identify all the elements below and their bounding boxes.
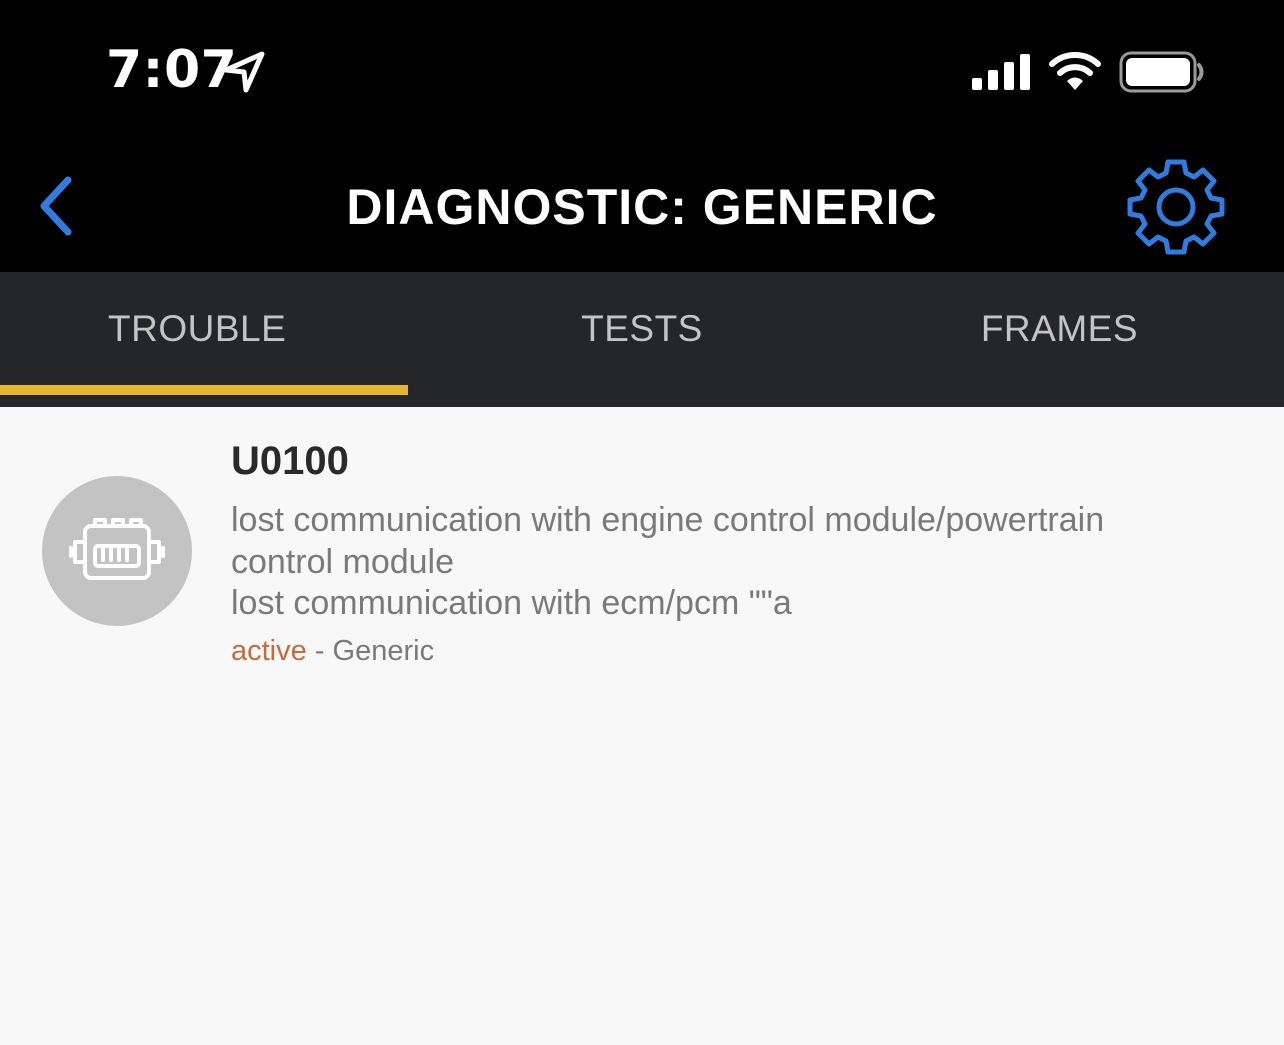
- trouble-description: lost communication with engine control m…: [231, 500, 1231, 625]
- avatar: [42, 476, 192, 626]
- location-arrow-icon: [223, 51, 265, 93]
- cellular-signal-icon: [972, 54, 1030, 90]
- navigation-bar: DIAGNOSTIC: GENERIC: [0, 140, 1284, 272]
- description-line: control module: [231, 542, 455, 581]
- list-item[interactable]: U0100 lost communication with engine con…: [0, 407, 1284, 697]
- description-line: lost communication with ecm/pcm ""a: [231, 584, 792, 622]
- status-time: 7:07: [106, 40, 238, 100]
- source-label: Generic: [332, 635, 435, 667]
- tab-frames-label: FRAMES: [980, 308, 1138, 349]
- tab-bar: TROUBLE TESTS FRAMES: [0, 272, 1284, 407]
- trouble-code-list: U0100 lost communication with engine con…: [0, 407, 1284, 1045]
- tab-selected-indicator: [0, 385, 408, 395]
- tab-trouble-label: TROUBLE: [108, 308, 287, 349]
- gear-icon: [1127, 159, 1225, 255]
- page-title: DIAGNOSTIC: GENERIC: [346, 179, 938, 235]
- status-bar: 7:07: [0, 0, 1284, 140]
- description-line: lost communication with engine control m…: [231, 501, 1105, 539]
- wifi-icon: [1049, 52, 1101, 90]
- engine-icon: [69, 518, 165, 580]
- meta-separator: -: [306, 635, 333, 667]
- tab-tests[interactable]: TESTS: [428, 272, 856, 407]
- tab-tests-label: TESTS: [581, 308, 703, 349]
- settings-button[interactable]: [1122, 154, 1230, 258]
- battery-icon: [1119, 51, 1204, 93]
- status-label: active: [231, 635, 307, 667]
- tab-frames[interactable]: FRAMES: [856, 272, 1284, 407]
- trouble-meta: active - Generic: [231, 635, 434, 668]
- trouble-code: U0100: [231, 439, 349, 483]
